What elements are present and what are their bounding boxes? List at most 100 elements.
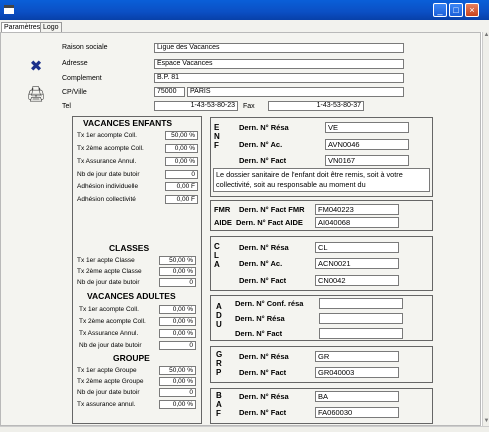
adu-resa-input[interactable] (319, 313, 403, 324)
groupe-row-value[interactable]: 50,00 % (159, 366, 196, 375)
print-icon[interactable]: 🖨 (26, 86, 46, 104)
grp-resa-label: Dern. N° Résa (239, 352, 289, 361)
enfants-row-label: Nb de jour date butoir (77, 171, 140, 178)
baf-resa-label: Dern. N° Résa (239, 392, 289, 401)
horizontal-scrollbar[interactable] (0, 426, 489, 432)
cla-resa-input[interactable]: CL (315, 242, 399, 253)
cla-fact-label: Dern. N° Fact (239, 276, 287, 285)
enf-resa-label: Dern. N° Résa (239, 123, 289, 132)
grp-resa-input[interactable]: GR (315, 351, 399, 362)
adu-fact-input[interactable] (319, 328, 403, 339)
classes-row-label: Nb de jour date butoir (77, 279, 140, 286)
enf-fact-input[interactable]: VN0167 (325, 155, 409, 166)
enf-ac-label: Dern. N° Ac. (239, 140, 283, 149)
scroll-up-icon[interactable]: ▲ (483, 32, 489, 39)
classes-row-value[interactable]: 0 (159, 278, 196, 287)
ville-input[interactable]: PARIS (187, 87, 404, 97)
tab-bar: Paramètres Logo (0, 20, 489, 33)
app-icon[interactable] (4, 5, 14, 14)
groupe-row-label: Tx 1er acpte Groupe (77, 367, 137, 374)
vertical-scrollbar[interactable]: ▲ ▼ (482, 32, 489, 426)
classes-title: CLASSES (109, 243, 150, 253)
classes-row-label: Tx 2ème acpte Classe (77, 268, 142, 275)
fmr-fact-input[interactable]: FM040223 (315, 204, 399, 215)
groupe-row-label: Nb de jour date butoir (77, 389, 140, 396)
adultes-row-value[interactable]: 0 (159, 341, 196, 350)
adultes-row-label: Nb de jour date butoir (79, 342, 142, 349)
groupe-row-value[interactable]: 0 (159, 388, 196, 397)
enf-ac-input[interactable]: AVN0046 (325, 139, 409, 150)
aide-fact-input[interactable]: AI040068 (315, 217, 399, 228)
enf-fact-label: Dern. N° Fact (239, 156, 287, 165)
close-button[interactable]: × (465, 3, 479, 17)
adultes-row-label: Tx 2ème acompte Coll. (79, 318, 146, 325)
enfants-row-label: Adhésion individuelle (77, 183, 139, 190)
adresse-input[interactable]: Espace Vacances (154, 59, 404, 69)
groupe-row-value[interactable]: 0,00 % (159, 377, 196, 386)
enf-panel: E N F Dern. N° Résa VE Dern. N° Ac. AVN0… (210, 117, 433, 197)
tel-label: Tel (62, 103, 71, 110)
cp-input[interactable]: 75000 (154, 87, 185, 97)
enfants-title: VACANCES ENFANTS (83, 118, 173, 128)
enfants-row-value[interactable]: 0,00 % (165, 157, 198, 166)
cla-ac-input[interactable]: ACN0021 (315, 258, 399, 269)
minimize-button[interactable]: _ (433, 3, 447, 17)
adu-fact-label: Dern. N° Fact (235, 329, 283, 338)
complement-input[interactable]: B.P. 81 (154, 73, 404, 83)
adultes-row-value[interactable]: 0,00 % (159, 305, 196, 314)
fmr-fact-label: Dern. N° Fact FMR (239, 205, 305, 214)
baf-letters: B A F (216, 391, 222, 418)
adultes-row-label: Tx Assurance Annul. (79, 330, 139, 337)
cla-resa-label: Dern. N° Résa (239, 243, 289, 252)
tel-input[interactable]: 1-43-53-80-23 (154, 101, 238, 111)
scroll-down-icon[interactable]: ▼ (483, 418, 489, 425)
baf-fact-input[interactable]: FA060030 (315, 407, 399, 418)
adultes-title: VACANCES ADULTES (87, 291, 176, 301)
groupe-row-value[interactable]: 0,00 % (159, 400, 196, 409)
cla-ac-label: Dern. N° Ac. (239, 259, 283, 268)
fmr-letters: FMR (214, 205, 231, 214)
enfants-row-value[interactable]: 0 (165, 170, 198, 179)
delete-icon[interactable]: ✖ (26, 58, 46, 76)
enfants-row-label: Tx 1er acompte Coll. (77, 132, 137, 139)
raison-sociale-input[interactable]: Ligue des Vacances (154, 43, 404, 53)
title-bar: _ □ × (0, 0, 489, 20)
fmr-aide-panel: FMR Dern. N° Fact FMR FM040223 AIDE Dern… (210, 200, 433, 231)
classes-row-value[interactable]: 50,00 % (159, 256, 196, 265)
maximize-button[interactable]: □ (449, 3, 463, 17)
baf-resa-input[interactable]: BA (315, 391, 399, 402)
cpville-label: CP/Ville (62, 89, 87, 96)
enfants-row-value[interactable]: 0,00 F (165, 182, 198, 191)
enfants-row-label: Tx Assurance Annul. (77, 158, 137, 165)
adultes-row-value[interactable]: 0,00 % (159, 329, 196, 338)
tab-logo[interactable]: Logo (40, 22, 62, 32)
complement-label: Complement (62, 75, 102, 82)
fax-input[interactable]: 1-43-53-80-37 (268, 101, 364, 111)
fax-label: Fax (243, 103, 255, 110)
enfants-row-value[interactable]: 0,00 F (165, 195, 198, 204)
left-settings-panel: VACANCES ENFANTS Tx 1er acompte Coll. 50… (72, 116, 202, 424)
enfants-row-label: Tx 2ème acompte Coll. (77, 145, 144, 152)
adu-conf-input[interactable] (319, 298, 403, 309)
enf-note-textarea[interactable]: Le dossier sanitaire de l'enfant doit êt… (213, 168, 430, 192)
grp-panel: G R P Dern. N° Résa GR Dern. N° Fact GR0… (210, 346, 433, 383)
enfants-row-value[interactable]: 0,00 % (165, 144, 198, 153)
enfants-row-label: Adhésion collectivité (77, 196, 136, 203)
cla-panel: C L A Dern. N° Résa CL Dern. N° Ac. ACN0… (210, 236, 433, 291)
enfants-row-value[interactable]: 50,00 % (165, 131, 198, 140)
grp-fact-input[interactable]: GR040003 (315, 367, 399, 378)
adu-letters: A D U (216, 302, 222, 329)
classes-row-label: Tx 1er acpte Classe (77, 257, 135, 264)
aide-fact-label: Dern. N° Fact AIDE (236, 218, 303, 227)
cla-fact-input[interactable]: CN0042 (315, 275, 399, 286)
groupe-title: GROUPE (113, 353, 150, 363)
groupe-row-label: Tx assurance annul. (77, 401, 136, 408)
enf-resa-input[interactable]: VE (325, 122, 409, 133)
baf-panel: B A F Dern. N° Résa BA Dern. N° Fact FA0… (210, 388, 433, 424)
adultes-row-value[interactable]: 0,00 % (159, 317, 196, 326)
baf-fact-label: Dern. N° Fact (239, 408, 287, 417)
grp-fact-label: Dern. N° Fact (239, 368, 287, 377)
cla-letters: C L A (214, 242, 220, 269)
classes-row-value[interactable]: 0,00 % (159, 267, 196, 276)
grp-letters: G R P (216, 350, 223, 377)
